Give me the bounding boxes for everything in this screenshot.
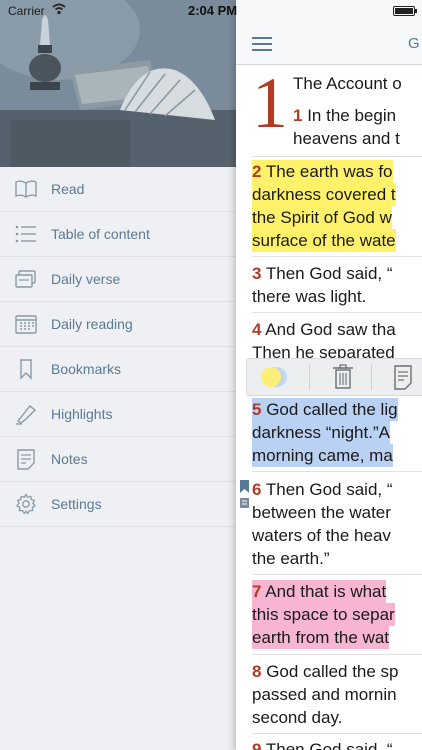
verse-line[interactable]: there was light. (252, 285, 366, 308)
verse-line[interactable]: 4 And God saw tha (252, 318, 396, 341)
oil-lamp-books-illustration (0, 0, 236, 167)
verse-line[interactable]: between the water (252, 501, 391, 524)
verse-line[interactable]: 5 God called the lig (252, 398, 398, 421)
menu-item-table-of-content[interactable]: Table of content (0, 212, 236, 257)
verse-number: 1 (293, 106, 303, 125)
header-image (0, 0, 236, 167)
menu-item-daily-reading[interactable]: Daily reading (0, 302, 236, 347)
verse-line[interactable]: this space to separ (252, 603, 395, 626)
bookmark-icon (20, 359, 32, 380)
verse-divider (252, 256, 422, 257)
menu-list: Read Table of content Daily verse Daily … (0, 167, 236, 527)
chapter-heading: The Account o (293, 74, 402, 93)
menu-item-label: Settings (51, 496, 102, 512)
menu-item-label: Daily reading (51, 316, 133, 332)
verse-number: 3 (252, 264, 262, 283)
verse-divider (252, 471, 422, 472)
verse-line[interactable]: darkness “night.”A (252, 421, 390, 444)
menu-item-label: Read (51, 181, 85, 197)
menu-item-label: Daily verse (51, 271, 121, 287)
menu-item-highlights[interactable]: Highlights (0, 392, 236, 437)
menu-item-label: Bookmarks (51, 361, 122, 377)
menu-item-notes[interactable]: Notes (0, 437, 236, 482)
note-icon[interactable] (383, 359, 422, 395)
toolbar-divider (371, 364, 372, 390)
verse-line[interactable]: 2 The earth was fo (252, 160, 393, 183)
status-bar: Carrier 2:04 PM (0, 0, 422, 22)
selection-toolbar (246, 358, 422, 396)
verse-line[interactable]: the Spirit of God w (252, 206, 392, 229)
list-icon (15, 225, 36, 243)
verse-divider (252, 156, 422, 157)
highlight-color-button[interactable] (255, 359, 301, 395)
gear-icon (16, 493, 36, 515)
verse-line[interactable]: second day. (252, 706, 342, 729)
notes-icon (17, 449, 35, 470)
menu-item-label: Highlights (51, 406, 113, 422)
carrier-label: Carrier (8, 4, 45, 18)
menu-item-daily-verse[interactable]: Daily verse (0, 257, 236, 302)
verse-divider (252, 312, 422, 313)
menu-icon[interactable] (252, 37, 272, 51)
verse-line[interactable]: earth from the wat (252, 626, 390, 649)
menu-item-read[interactable]: Read (0, 167, 236, 212)
menu-item-bookmarks[interactable]: Bookmarks (0, 347, 236, 392)
calendar-icon (15, 315, 37, 334)
verse-number: 8 (252, 662, 262, 681)
menu-item-label: Notes (51, 451, 88, 467)
verse-number: 7 (252, 582, 262, 601)
verse-line[interactable]: heavens and t (293, 127, 400, 150)
trash-icon[interactable] (323, 359, 363, 395)
verse-line[interactable]: surface of the wate (252, 229, 396, 252)
verse-line[interactable]: darkness covered t (252, 183, 396, 206)
verse-line[interactable]: waters of the heav (252, 524, 391, 547)
verse-divider (252, 733, 422, 734)
verse-line[interactable]: 9 Then God said, “ (252, 738, 393, 750)
verse-number: 4 (252, 320, 262, 339)
verse-line[interactable]: 1 In the begin (293, 104, 396, 127)
verse-number: 6 (252, 480, 262, 499)
open-book-icon (15, 180, 37, 198)
verse-line[interactable]: morning came, ma (252, 444, 393, 467)
verse-number: 2 (252, 162, 262, 181)
clock: 2:04 PM (188, 3, 238, 18)
verse-line[interactable]: 6 Then God said, “ (252, 478, 393, 501)
reader-panel: G 1 The Account o 1 In the begin heavens… (236, 0, 422, 750)
verse-number: 5 (252, 400, 262, 419)
wifi-icon (52, 3, 66, 15)
verse-line[interactable]: 8 God called the sp (252, 660, 399, 683)
verse-line[interactable]: 7 And that is what (252, 580, 387, 603)
verse-line[interactable]: the earth.” (252, 547, 330, 570)
chapter-number: 1 (252, 63, 288, 143)
menu-item-settings[interactable]: Settings (0, 482, 236, 527)
battery-icon (393, 6, 417, 16)
verse-number: 9 (252, 740, 262, 750)
cards-icon (15, 270, 36, 288)
side-menu: Read Table of content Daily verse Daily … (0, 0, 236, 750)
toolbar-divider (309, 364, 310, 390)
highlighter-icon (16, 405, 37, 425)
note-marker-icon (240, 498, 249, 508)
verse-line[interactable]: 3 Then God said, “ (252, 262, 393, 285)
verse-markers[interactable] (240, 480, 250, 510)
verse-divider (252, 574, 422, 575)
verse-divider (252, 654, 422, 655)
bookmark-marker-icon (240, 480, 249, 493)
menu-item-label: Table of content (51, 226, 150, 242)
book-title[interactable]: G (408, 35, 420, 52)
verse-line[interactable]: passed and mornin (252, 683, 397, 706)
